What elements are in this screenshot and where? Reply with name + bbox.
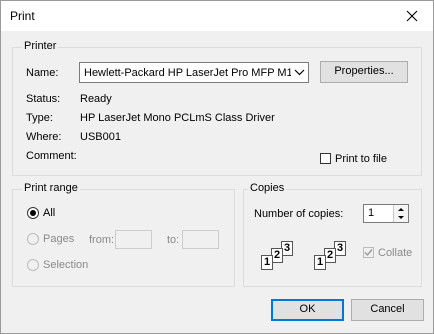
type-value: HP LaserJet Mono PCLmS Class Driver — [80, 112, 275, 124]
to-label: to: — [167, 234, 180, 246]
collate-checkbox[interactable] — [363, 247, 374, 258]
chevron-down-icon — [291, 63, 308, 82]
page-number: 1 — [317, 256, 324, 268]
page-number: 3 — [284, 242, 291, 254]
comment-label: Comment: — [26, 150, 77, 162]
cancel-button-label: Cancel — [370, 303, 405, 315]
collate-label[interactable]: Collate — [378, 247, 412, 259]
status-label: Status: — [26, 93, 61, 105]
printer-group-label: Printer — [22, 40, 59, 52]
name-label: Name: — [26, 67, 59, 79]
pages-radio[interactable] — [27, 233, 39, 245]
checkmark-icon — [364, 249, 373, 257]
printer-name-value: Hewlett-Packard HP LaserJet Pro MFP M12 — [84, 67, 299, 79]
printer-name-select[interactable]: Hewlett-Packard HP LaserJet Pro MFP M12 — [79, 62, 309, 83]
from-label: from: — [89, 234, 115, 246]
spinner-down-icon[interactable] — [393, 213, 408, 222]
where-label: Where: — [26, 131, 62, 143]
all-label[interactable]: All — [43, 207, 55, 219]
page-number: 1 — [264, 256, 271, 268]
close-icon[interactable] — [401, 5, 423, 27]
where-value: USB001 — [80, 131, 121, 143]
properties-button[interactable]: Properties... — [320, 61, 408, 83]
copies-group-label: Copies — [248, 182, 287, 194]
type-label: Type: — [26, 112, 53, 124]
number-of-copies-label: Number of copies: — [254, 208, 344, 220]
dialog-title: Print — [10, 9, 35, 23]
page-number: 2 — [274, 249, 281, 261]
ok-button[interactable]: OK — [271, 299, 344, 321]
ok-button-label: OK — [299, 303, 316, 315]
selection-label[interactable]: Selection — [43, 259, 88, 271]
pages-label[interactable]: Pages — [43, 233, 74, 245]
print-to-file-checkbox[interactable] — [320, 153, 331, 164]
page-number: 2 — [327, 249, 334, 261]
cancel-button[interactable]: Cancel — [351, 299, 424, 321]
to-input[interactable] — [182, 230, 219, 249]
print-to-file-label[interactable]: Print to file — [335, 153, 387, 165]
selection-radio[interactable] — [27, 259, 39, 271]
all-radio[interactable] — [27, 207, 39, 219]
properties-button-label: Properties... — [334, 65, 394, 77]
copies-value: 1 — [368, 207, 375, 219]
print-dialog: Print Printer Name: Hewlett-Packard HP L… — [0, 0, 434, 334]
title-bar: Print — [1, 1, 433, 31]
page-number: 3 — [337, 242, 344, 254]
from-input[interactable] — [115, 230, 152, 249]
copies-spinner[interactable]: 1 — [363, 204, 409, 223]
radio-selected-dot — [30, 210, 36, 216]
status-value: Ready — [80, 93, 112, 105]
print-range-group-label: Print range — [22, 182, 80, 194]
